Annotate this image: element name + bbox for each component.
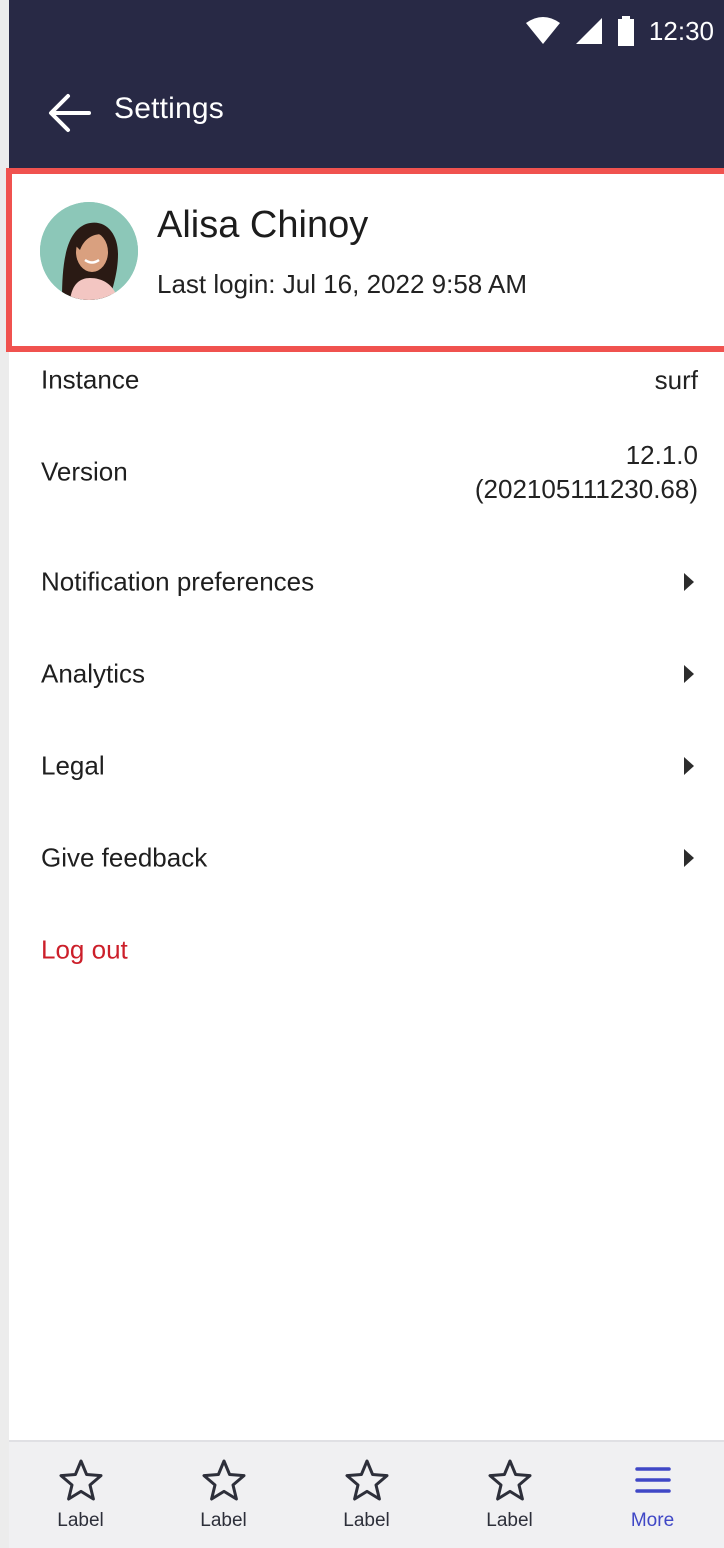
instance-row: Instance surf — [9, 352, 724, 408]
wifi-icon — [525, 17, 560, 44]
cell-signal-icon — [575, 18, 602, 44]
nav-label-more: More — [630, 1510, 675, 1531]
status-bar: 12:30 — [9, 0, 724, 60]
nav-item-1[interactable]: Label — [9, 1442, 152, 1548]
profile-card[interactable]: Alisa Chinoy Last login: Jul 16, 2022 9:… — [6, 168, 724, 352]
nav-label: Label — [486, 1510, 533, 1531]
page-title: Settings — [114, 92, 224, 125]
nav-item-3[interactable]: Label — [295, 1442, 438, 1548]
battery-icon — [617, 16, 634, 46]
chevron-right-icon — [684, 573, 694, 591]
nav-item-more[interactable]: More — [581, 1442, 724, 1548]
status-time: 12:30 — [648, 15, 714, 46]
chevron-right-icon — [684, 757, 694, 775]
last-login-text: Last login: Jul 16, 2022 9:58 AM — [157, 269, 528, 299]
instance-label: Instance — [41, 364, 140, 395]
chevron-right-icon — [684, 849, 694, 867]
nav-item-4[interactable]: Label — [438, 1442, 581, 1548]
chevron-right-icon — [684, 665, 694, 683]
log-out-label: Log out — [41, 934, 128, 965]
settings-list: Instance surf Version 12.1.0 (2021051112… — [9, 352, 724, 996]
app-bar: Settings — [9, 60, 724, 168]
analytics-row[interactable]: Analytics — [9, 628, 724, 720]
notification-preferences-label: Notification preferences — [41, 566, 315, 597]
version-build: (202105111230.68) — [474, 474, 698, 504]
nav-label: Label — [343, 1510, 390, 1531]
give-feedback-row[interactable]: Give feedback — [9, 812, 724, 904]
star-icon — [59, 1459, 102, 1501]
version-number: 12.1.0 — [625, 440, 698, 470]
avatar — [40, 202, 138, 300]
legal-row[interactable]: Legal — [9, 720, 724, 812]
avatar-portrait-image — [40, 202, 138, 300]
give-feedback-label: Give feedback — [41, 842, 208, 873]
menu-icon — [634, 1467, 671, 1493]
bottom-navigation: Label Label Label Label More — [9, 1440, 724, 1548]
version-value: 12.1.0 (202105111230.68) — [475, 438, 698, 506]
legal-label: Legal — [41, 750, 105, 781]
version-label: Version — [41, 456, 128, 487]
status-icons: 12:30 — [525, 14, 714, 48]
instance-value: surf — [654, 365, 698, 395]
nav-label: Label — [200, 1510, 247, 1531]
nav-label: Label — [57, 1510, 104, 1531]
log-out-button[interactable]: Log out — [9, 904, 724, 996]
version-row: Version 12.1.0 (202105111230.68) — [9, 408, 724, 536]
star-icon — [488, 1459, 531, 1501]
nav-item-2[interactable]: Label — [152, 1442, 295, 1548]
profile-name: Alisa Chinoy — [157, 204, 369, 246]
arrow-left-icon — [49, 94, 91, 132]
notification-preferences-row[interactable]: Notification preferences — [9, 536, 724, 628]
star-icon — [202, 1459, 245, 1501]
star-icon — [345, 1459, 388, 1501]
analytics-label: Analytics — [41, 658, 146, 689]
back-button[interactable] — [43, 87, 95, 139]
